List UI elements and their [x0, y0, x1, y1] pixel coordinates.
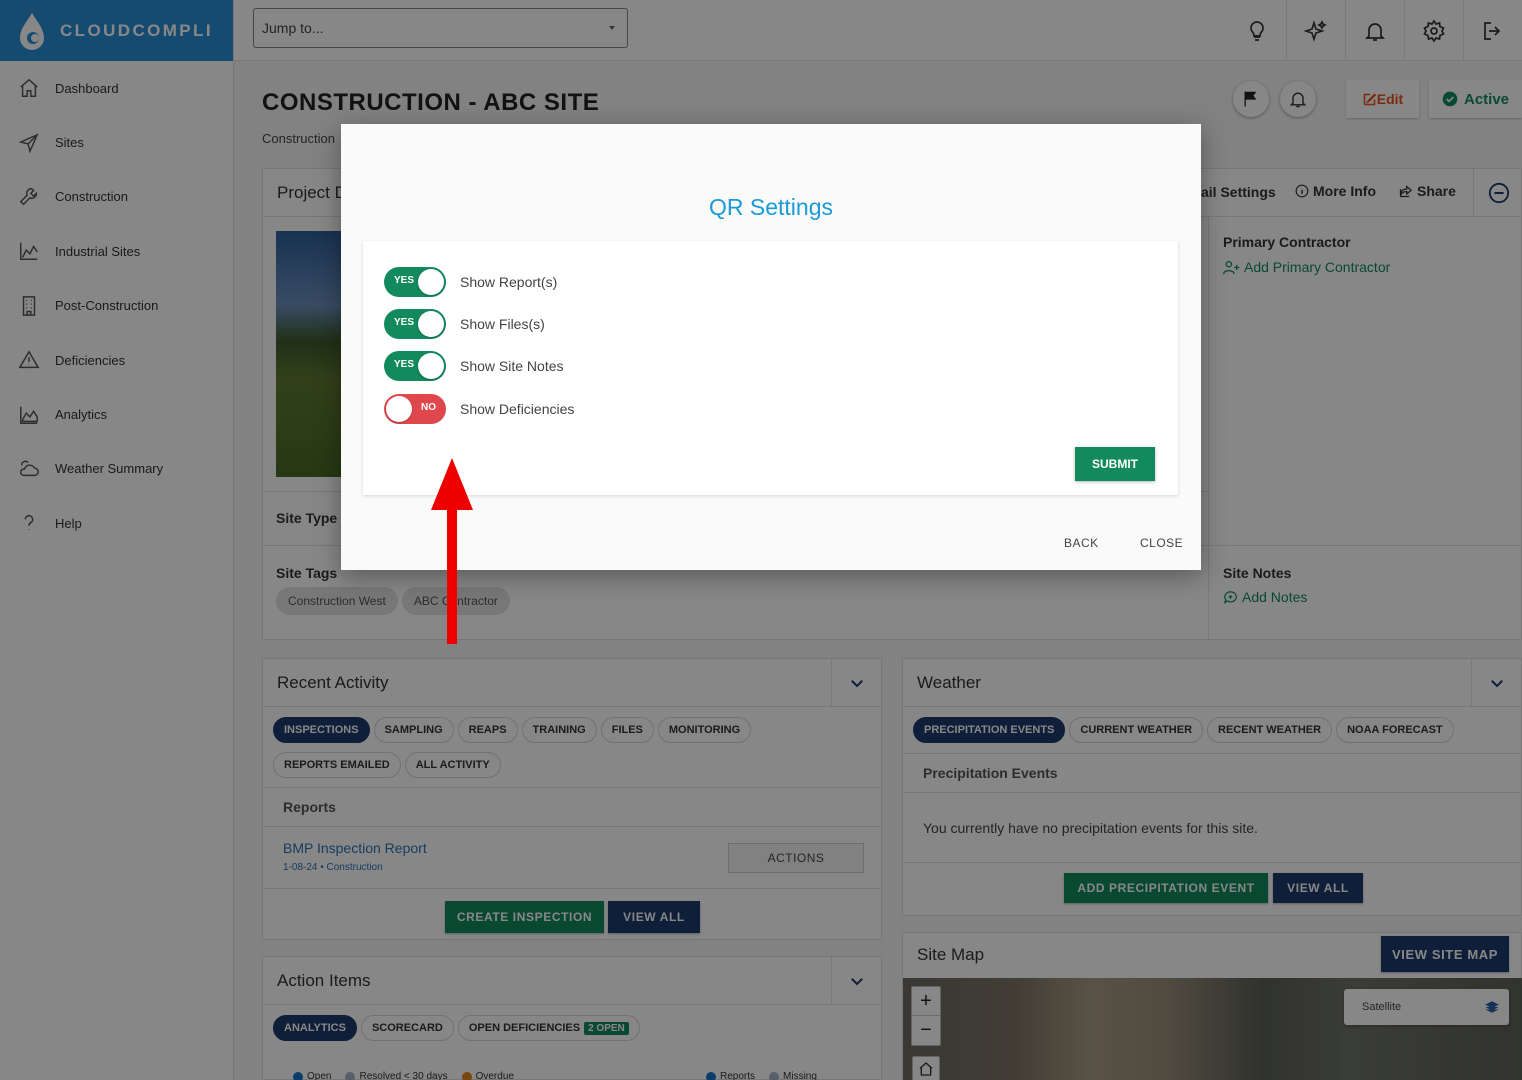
option-show-files: YES Show Files(s)	[384, 308, 545, 340]
close-button[interactable]: CLOSE	[1140, 536, 1183, 550]
annotation-arrow-icon	[431, 458, 473, 644]
toggle-state: YES	[394, 317, 415, 328]
toggle-state: NO	[421, 402, 436, 413]
option-show-deficiencies: NO Show Deficiencies	[384, 393, 574, 425]
submit-button[interactable]: SUBMIT	[1075, 447, 1155, 481]
toggle-show-reports[interactable]: YES	[384, 267, 446, 297]
option-label: Show Report(s)	[460, 274, 558, 290]
toggle-show-files[interactable]: YES	[384, 309, 446, 339]
back-button[interactable]: BACK	[1064, 536, 1099, 550]
toggle-state: YES	[394, 359, 415, 370]
option-label: Show Deficiencies	[460, 401, 575, 417]
qr-settings-panel: YES Show Report(s) YES Show Files(s) YES…	[363, 241, 1178, 495]
modal-title: QR Settings	[709, 194, 833, 220]
option-show-site-notes: YES Show Site Notes	[384, 350, 564, 382]
option-label: Show Site Notes	[460, 358, 564, 374]
option-show-reports: YES Show Report(s)	[384, 266, 557, 298]
option-label: Show Files(s)	[460, 316, 545, 332]
toggle-state: YES	[394, 275, 415, 286]
toggle-show-deficiencies[interactable]: NO	[384, 394, 446, 424]
toggle-show-site-notes[interactable]: YES	[384, 351, 446, 381]
